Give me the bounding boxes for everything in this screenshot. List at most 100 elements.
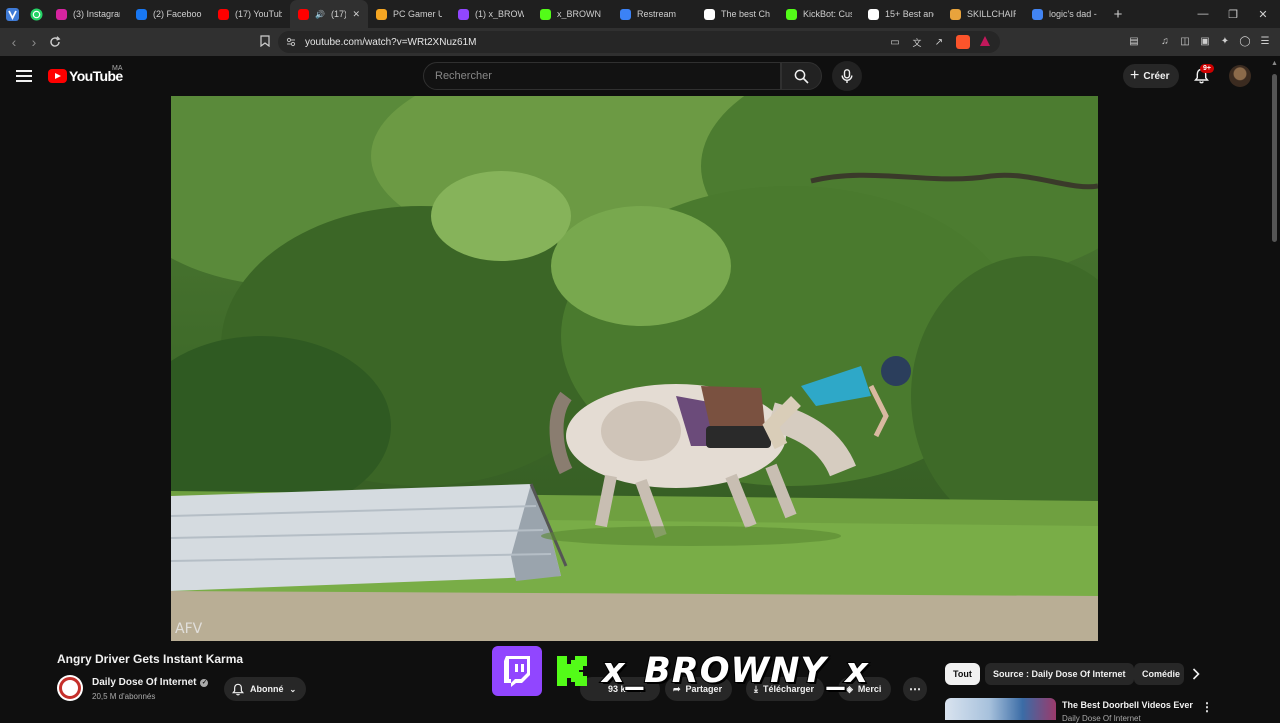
address-bar[interactable]: youtube.com/watch?v=WRt2XNuz61M ▭ 文 ↗ <box>278 31 1000 53</box>
browser-tab-label: (17) YouTube <box>235 9 282 19</box>
channel-avatar[interactable] <box>57 675 83 701</box>
browser-tab-label: Restream <box>637 9 677 19</box>
channel-name-text[interactable]: Daily Dose Of Internet <box>92 677 196 688</box>
scroll-up-arrow-icon[interactable]: ▲ <box>1271 60 1278 67</box>
verified-icon: ✓ <box>200 678 209 687</box>
site-info-icon[interactable] <box>286 37 296 47</box>
browser-tab[interactable]: The best Chat <box>696 0 778 28</box>
sidebar-panel-icon[interactable]: ▤ <box>1127 34 1141 48</box>
video-frame <box>171 96 1098 641</box>
browser-tab[interactable]: PC Gamer Ulti <box>368 0 450 28</box>
skillchairs-icon <box>950 8 961 20</box>
account-avatar[interactable] <box>1229 65 1251 87</box>
vivaldi-icon <box>5 7 19 21</box>
chip-source[interactable]: Source : Daily Dose Of Internet <box>985 663 1134 685</box>
chip-comedy[interactable]: Comédie <box>1134 663 1184 685</box>
ai-assistant-icon[interactable]: ✦ <box>1218 34 1232 48</box>
guide-menu-icon[interactable] <box>16 70 32 82</box>
audio-playing-icon[interactable]: 🔊 <box>315 10 325 19</box>
instagram-icon <box>56 8 67 20</box>
country-code: MA <box>112 65 123 72</box>
browser-tab[interactable]: (1) x_BROW <box>450 0 532 28</box>
browser-tab[interactable]: x_BROWN <box>532 0 612 28</box>
browser-tab-label: logic's dad - f <box>1049 9 1098 19</box>
youtube-icon <box>298 8 309 20</box>
browser-tab[interactable]: KickBot: Custo <box>778 0 860 28</box>
search-icon <box>794 69 809 84</box>
minimize-button[interactable]: — <box>1188 0 1218 28</box>
youtube-icon <box>218 8 229 20</box>
bell-icon <box>232 683 244 695</box>
more-actions-button[interactable]: ⋯ <box>903 677 927 701</box>
restore-button[interactable]: ❐ <box>1218 0 1248 28</box>
browser-tab[interactable]: (17) YouTube <box>210 0 290 28</box>
subscribed-label: Abonné <box>250 684 284 694</box>
pinned-tab-v[interactable] <box>0 0 24 28</box>
youtube-logo[interactable]: YouTube MA <box>48 65 123 84</box>
search-button[interactable] <box>781 62 822 90</box>
facebook-icon <box>136 8 147 20</box>
back-button[interactable]: ‹ <box>3 31 25 53</box>
close-tab-icon[interactable]: ✕ <box>352 9 360 20</box>
browser-tab-label: (1) x_BROW <box>475 9 524 19</box>
voice-search-button[interactable] <box>832 61 862 91</box>
create-label: Créer <box>1143 70 1170 82</box>
recommended-thumbnail[interactable] <box>945 698 1056 720</box>
create-button[interactable]: + Créer <box>1123 64 1180 88</box>
share-icon[interactable]: ↗ <box>932 35 946 49</box>
subscriber-count: 20,5 M d'abonnés <box>92 692 156 701</box>
menu-icon[interactable]: ☰ <box>1258 34 1272 48</box>
streamer-name: x_BROWNY_x <box>601 650 869 692</box>
dirt-path <box>171 591 1098 641</box>
reload-button[interactable] <box>44 31 66 53</box>
kick-logo-icon <box>552 646 592 696</box>
video-player[interactable]: AFV <box>171 96 1098 641</box>
browser-tab-label: (3) Instagram <box>73 9 120 19</box>
browser-tab[interactable]: 🔊 (17) Ar ✕ <box>290 0 368 28</box>
forward-button[interactable]: › <box>23 31 45 53</box>
browser-tab[interactable]: (2) Facebook <box>128 0 210 28</box>
new-tab-button[interactable]: + <box>1106 0 1130 28</box>
browser-tab-strip: (3) Instagram (2) Facebook (17) YouTube 🔊 (1… <box>0 0 1280 28</box>
wallet-icon[interactable]: ▣ <box>1198 34 1212 48</box>
jump-obstacle <box>171 483 568 591</box>
chip-all[interactable]: Tout <box>945 663 980 685</box>
browser-tab[interactable]: (3) Instagram <box>48 0 128 28</box>
youtube-header: YouTube MA Rechercher + Créer 9+ <box>0 56 1280 96</box>
brave-shields-icon[interactable] <box>956 35 970 49</box>
split-view-icon[interactable]: ◫ <box>1178 34 1192 48</box>
browser-toolbar: ‹ › youtube.com/watch?v=WRt2XNuz61M ▭ 文 … <box>0 28 1280 56</box>
translate-icon[interactable]: 文 <box>910 35 924 49</box>
recommended-title[interactable]: The Best Doorbell Videos Ever <box>1062 700 1193 710</box>
reload-icon <box>50 36 61 47</box>
plus-icon: + <box>1130 67 1140 84</box>
search-input[interactable]: Rechercher <box>423 62 781 90</box>
bookmark-icon[interactable] <box>258 34 272 48</box>
chevron-down-icon: ⌄ <box>289 684 297 694</box>
notion-icon <box>868 8 879 20</box>
browser-tab[interactable]: logic's dad - f <box>1024 0 1106 28</box>
channel-name[interactable]: Daily Dose Of Internet ✓ <box>92 677 209 688</box>
browser-tab-label: (17) Ar <box>330 9 347 19</box>
url-text[interactable]: youtube.com/watch?v=WRt2XNuz61M <box>305 37 476 48</box>
whatsapp-icon <box>30 8 42 20</box>
vpn-icon[interactable]: ◯ <box>1238 34 1252 48</box>
browser-tab-label: x_BROWN <box>557 9 602 19</box>
brave-rewards-icon[interactable] <box>980 36 990 46</box>
chevron-right-icon[interactable] <box>1188 666 1204 682</box>
subscribed-button[interactable]: Abonné ⌄ <box>224 677 307 701</box>
brave-icon <box>376 8 387 20</box>
browser-tab[interactable]: Restream <box>612 0 696 28</box>
twitch-logo-icon <box>492 646 542 696</box>
page-scrollbar[interactable] <box>1272 74 1277 242</box>
pinned-tab-whatsapp[interactable] <box>24 0 48 28</box>
browser-tab-label: KickBot: Custo <box>803 9 852 19</box>
browser-tab[interactable]: 15+ Best and <box>860 0 942 28</box>
screen-cast-icon[interactable]: ▭ <box>888 35 902 49</box>
twitch-icon <box>458 8 469 20</box>
browser-tab[interactable]: SKILLCHAIRS <box>942 0 1024 28</box>
browser-tab-label: The best Chat <box>721 9 770 19</box>
close-window-button[interactable]: ✕ <box>1248 0 1278 28</box>
music-icon[interactable]: ♫ <box>1158 34 1172 48</box>
recommended-more-icon[interactable]: ⋮ <box>1201 700 1213 714</box>
